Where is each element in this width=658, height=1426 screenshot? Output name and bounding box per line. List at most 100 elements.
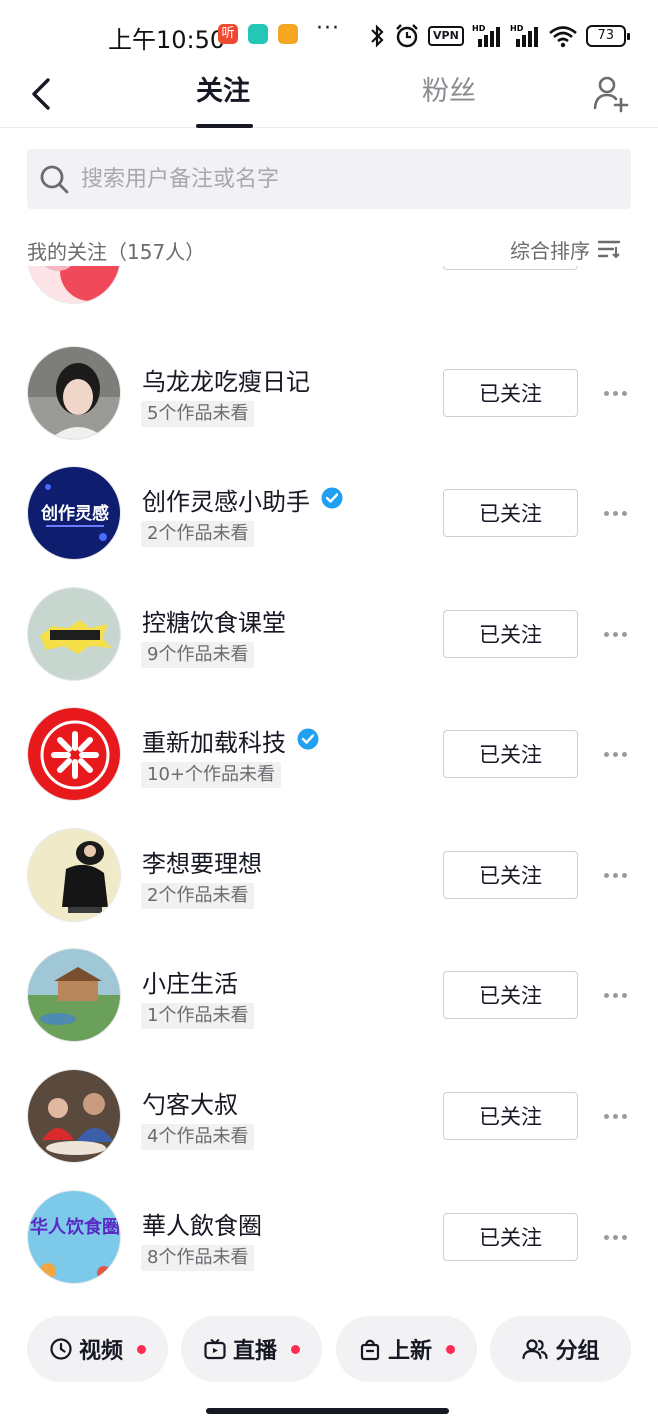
list-item[interactable]: 控糖饮食课堂 9个作品未看 已关注 bbox=[0, 575, 658, 695]
following-button[interactable] bbox=[443, 266, 578, 270]
group-icon bbox=[522, 1339, 549, 1360]
following-button[interactable]: 已关注 bbox=[443, 1092, 578, 1140]
clock-icon bbox=[50, 1338, 72, 1360]
user-name[interactable]: 乌龙龙吃瘦日记 bbox=[142, 362, 310, 397]
filter-live-button[interactable]: 直播 bbox=[181, 1316, 322, 1382]
user-name[interactable]: 控糖饮食课堂 bbox=[142, 603, 286, 638]
system-status-icons: VPN HD HD 73 bbox=[368, 22, 630, 50]
list-item[interactable]: 华人饮食圈 華人飲食圈 8个作品未看 已关注 bbox=[0, 1178, 658, 1298]
sort-button[interactable]: 综合排序 bbox=[510, 234, 620, 264]
unseen-works-badge: 1个作品未看 bbox=[141, 1003, 255, 1029]
bluetooth-icon bbox=[371, 24, 384, 48]
wifi-icon bbox=[548, 26, 577, 48]
more-icon[interactable] bbox=[598, 863, 632, 887]
user-name[interactable]: 李想要理想 bbox=[142, 844, 262, 879]
message-app-icon bbox=[248, 24, 268, 44]
list-item[interactable]: 勺客大叔 4个作品未看 已关注 bbox=[0, 1057, 658, 1177]
list-item[interactable]: 小庄生活 1个作品未看 已关注 bbox=[0, 936, 658, 1056]
following-button[interactable]: 已关注 bbox=[443, 1213, 578, 1261]
filter-bar: 视频 直播 上新 分组 bbox=[0, 1300, 658, 1426]
list-item[interactable]: 乌龙龙吃瘦日记 5个作品未看 已关注 bbox=[0, 334, 658, 454]
user-name[interactable]: 勺客大叔 bbox=[142, 1085, 238, 1120]
list-item[interactable] bbox=[0, 266, 658, 318]
avatar-logo-text: 创作灵感 bbox=[40, 503, 109, 524]
more-icon[interactable] bbox=[598, 501, 632, 525]
avatar[interactable]: 创作灵感 bbox=[27, 466, 121, 560]
user-name[interactable]: 创作灵感小助手 bbox=[142, 482, 310, 517]
avatar[interactable] bbox=[27, 1069, 121, 1163]
new-content-dot bbox=[137, 1344, 146, 1354]
following-button[interactable]: 已关注 bbox=[443, 369, 578, 417]
status-bar: 上午10:50 听 ··· VPN HD HD 73 bbox=[0, 0, 658, 64]
shopping-bag-icon bbox=[360, 1339, 380, 1361]
sort-label: 综合排序 bbox=[510, 238, 590, 263]
top-nav: 关注 粉丝 bbox=[0, 64, 658, 128]
alarm-icon bbox=[396, 24, 418, 48]
following-button[interactable]: 已关注 bbox=[443, 971, 578, 1019]
unseen-works-badge: 5个作品未看 bbox=[141, 401, 255, 427]
search-box[interactable] bbox=[27, 149, 631, 209]
avatar[interactable] bbox=[27, 828, 121, 922]
more-icon[interactable] bbox=[598, 1225, 632, 1249]
list-item[interactable]: 创作灵感 创作灵感小助手 2个作品未看 已关注 bbox=[0, 454, 658, 574]
avatar[interactable] bbox=[27, 707, 121, 801]
following-count-label: 我的关注（157人） bbox=[27, 240, 206, 264]
status-time: 上午10:50 bbox=[108, 26, 226, 54]
list-item[interactable]: 重新加载科技 10+个作品未看 已关注 bbox=[0, 695, 658, 815]
more-icon[interactable] bbox=[598, 742, 632, 766]
unseen-works-badge: 2个作品未看 bbox=[141, 883, 255, 909]
listen-app-icon: 听 bbox=[218, 24, 238, 44]
filter-group-button[interactable]: 分组 bbox=[490, 1316, 631, 1382]
search-input[interactable] bbox=[81, 149, 611, 209]
vpn-icon: VPN bbox=[428, 26, 464, 46]
user-name[interactable]: 小庄生活 bbox=[142, 964, 238, 999]
more-notifications-icon: ··· bbox=[316, 16, 340, 41]
filter-group-label: 分组 bbox=[555, 1339, 600, 1364]
filter-live-label: 直播 bbox=[232, 1339, 277, 1364]
search-icon bbox=[40, 165, 69, 194]
filter-new-arrivals-label: 上新 bbox=[387, 1339, 432, 1364]
live-tv-icon bbox=[204, 1338, 226, 1360]
filter-video-button[interactable]: 视频 bbox=[27, 1316, 168, 1382]
signal-1-icon: HD bbox=[472, 24, 500, 47]
battery-icon: 73 bbox=[585, 25, 630, 47]
signal-2-icon: HD bbox=[510, 24, 538, 47]
verified-icon bbox=[297, 728, 319, 750]
unseen-works-badge: 8个作品未看 bbox=[141, 1245, 255, 1271]
filter-new-arrivals-button[interactable]: 上新 bbox=[336, 1316, 477, 1382]
list-item[interactable]: 李想要理想 2个作品未看 已关注 bbox=[0, 816, 658, 936]
add-friend-button[interactable] bbox=[590, 72, 634, 116]
svg-text:HD: HD bbox=[510, 24, 524, 33]
home-indicator[interactable] bbox=[206, 1408, 449, 1414]
following-button[interactable]: 已关注 bbox=[443, 730, 578, 778]
unseen-works-badge: 10+个作品未看 bbox=[141, 762, 281, 788]
new-content-dot bbox=[446, 1344, 455, 1354]
verified-icon bbox=[321, 487, 343, 509]
tab-following[interactable]: 关注 bbox=[196, 74, 250, 110]
following-button[interactable]: 已关注 bbox=[443, 489, 578, 537]
filter-video-label: 视频 bbox=[78, 1339, 123, 1364]
new-content-dot bbox=[291, 1344, 300, 1354]
back-button[interactable] bbox=[22, 74, 62, 114]
user-name[interactable]: 華人飲食圈 bbox=[142, 1206, 262, 1241]
tab-fans[interactable]: 粉丝 bbox=[422, 74, 476, 110]
avatar[interactable] bbox=[27, 346, 121, 440]
following-list[interactable]: 乌龙龙吃瘦日记 5个作品未看 已关注 创作灵感 创作灵感小助手 2个作品未看 已… bbox=[0, 266, 658, 1300]
notes-app-icon bbox=[278, 24, 298, 44]
following-button[interactable]: 已关注 bbox=[443, 851, 578, 899]
avatar-logo-text: 华人饮食圈 bbox=[30, 1216, 120, 1238]
following-button[interactable]: 已关注 bbox=[443, 610, 578, 658]
avatar[interactable] bbox=[27, 587, 121, 681]
avatar[interactable] bbox=[27, 266, 121, 304]
active-tab-indicator bbox=[196, 124, 253, 128]
more-icon[interactable] bbox=[598, 1104, 632, 1128]
unseen-works-badge: 2个作品未看 bbox=[141, 521, 255, 547]
unseen-works-badge: 9个作品未看 bbox=[141, 642, 255, 668]
more-icon[interactable] bbox=[598, 983, 632, 1007]
svg-text:HD: HD bbox=[472, 24, 486, 33]
avatar[interactable] bbox=[27, 948, 121, 1042]
more-icon[interactable] bbox=[598, 381, 632, 405]
more-icon[interactable] bbox=[598, 622, 632, 646]
user-name[interactable]: 重新加载科技 bbox=[142, 723, 286, 758]
avatar[interactable]: 华人饮食圈 bbox=[27, 1190, 121, 1284]
